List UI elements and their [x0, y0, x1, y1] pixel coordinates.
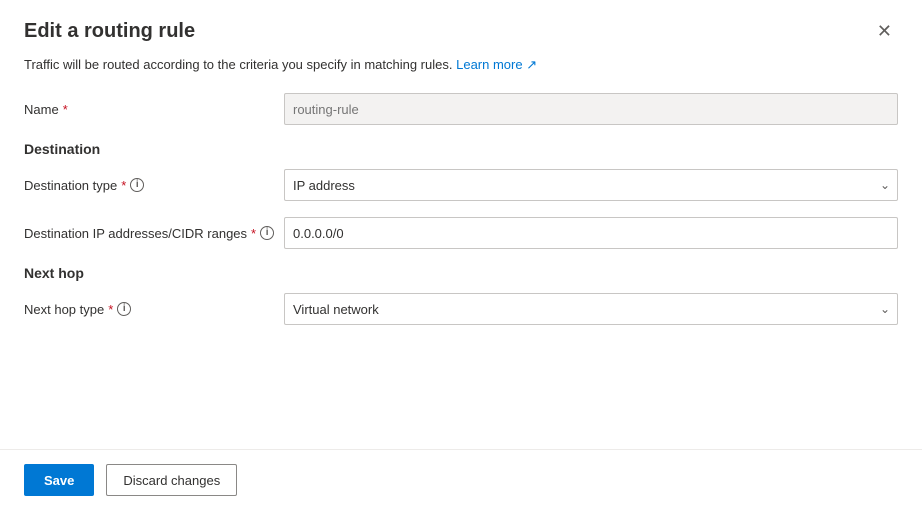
destination-type-select-wrapper: IP address ⌄	[284, 169, 898, 201]
name-row: Name *	[24, 93, 898, 125]
destination-type-label: Destination type * i	[24, 178, 284, 193]
destination-type-row: Destination type * i IP address ⌄	[24, 169, 898, 201]
info-text: Traffic will be routed according to the …	[24, 57, 898, 73]
dialog-footer: Save Discard changes	[0, 449, 922, 510]
dialog-header: Edit a routing rule ✕	[0, 0, 922, 53]
next-hop-required-star: *	[108, 302, 113, 317]
name-input[interactable]	[284, 93, 898, 125]
name-required-star: *	[63, 102, 68, 117]
dialog-title: Edit a routing rule	[24, 20, 195, 43]
external-link-icon: ↗	[526, 57, 537, 72]
destination-ip-label: Destination IP addresses/CIDR ranges * i	[24, 226, 284, 241]
destination-ip-row: Destination IP addresses/CIDR ranges * i	[24, 217, 898, 249]
close-button[interactable]: ✕	[871, 20, 898, 42]
next-hop-type-field: Virtual network ⌄	[284, 293, 898, 325]
next-hop-type-select-wrapper: Virtual network ⌄	[284, 293, 898, 325]
next-hop-type-select[interactable]: Virtual network	[284, 293, 898, 325]
discard-changes-button[interactable]: Discard changes	[106, 464, 237, 496]
save-button[interactable]: Save	[24, 464, 94, 496]
destination-ip-info-icon[interactable]: i	[260, 226, 274, 240]
next-hop-type-row: Next hop type * i Virtual network ⌄	[24, 293, 898, 325]
destination-heading: Destination	[24, 141, 898, 157]
destination-ip-field	[284, 217, 898, 249]
destination-ip-input[interactable]	[284, 217, 898, 249]
edit-routing-rule-dialog: Edit a routing rule ✕ Traffic will be ro…	[0, 0, 922, 510]
name-label: Name *	[24, 102, 284, 117]
destination-type-info-icon[interactable]: i	[130, 178, 144, 192]
destination-type-field: IP address ⌄	[284, 169, 898, 201]
next-hop-heading: Next hop	[24, 265, 898, 281]
next-hop-type-info-icon[interactable]: i	[117, 302, 131, 316]
next-hop-type-label: Next hop type * i	[24, 302, 284, 317]
destination-type-select[interactable]: IP address	[284, 169, 898, 201]
dest-type-required-star: *	[121, 178, 126, 193]
name-field	[284, 93, 898, 125]
dialog-body: Traffic will be routed according to the …	[0, 53, 922, 449]
learn-more-link[interactable]: Learn more ↗	[456, 57, 537, 72]
dest-ip-required-star: *	[251, 226, 256, 241]
